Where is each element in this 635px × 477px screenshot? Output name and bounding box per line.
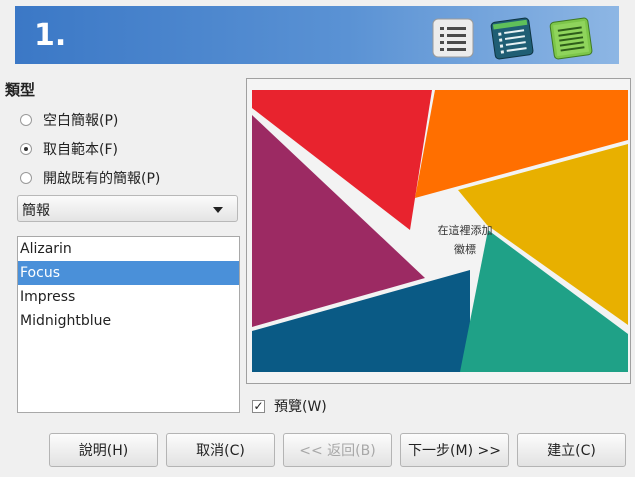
radio-from-template[interactable]: 取自範本(F) [20,139,118,159]
preview-checkbox-label: 預覽(W) [274,399,327,415]
cancel-button[interactable]: 取消(C) [166,433,275,467]
create-button[interactable]: 建立(C) [517,433,626,467]
help-button[interactable]: 說明(H) [49,433,158,467]
template-preview: 在這裡添加 徽標 [246,78,631,384]
preview-checkbox[interactable]: ✓ [252,399,265,413]
radio-button[interactable] [20,114,32,126]
outline-icon [490,16,534,60]
logo-text-line2: 徽標 [454,243,476,256]
chevron-down-icon [213,207,223,213]
step-number: 1. [34,18,67,53]
category-dropdown-value: 簡報 [22,203,50,219]
radio-label: 取自範本(F) [43,142,118,158]
list-item[interactable]: Focus [18,261,239,285]
radio-label: 空白簡報(P) [43,113,119,129]
preview-checkbox-row[interactable]: ✓ 預覽(W) [252,396,327,416]
type-section-label: 類型 [5,81,36,99]
list-item[interactable]: Impress [18,285,239,309]
radio-label: 開啟既有的簡報(P) [43,171,161,187]
list-item[interactable]: Midnightblue [18,309,239,333]
radio-open-existing[interactable]: 開啟既有的簡報(P) [20,168,160,188]
radio-empty-presentation[interactable]: 空白簡報(P) [20,110,118,130]
template-list[interactable]: Alizarin Focus Impress Midnightblue [17,236,240,413]
wizard-header: 1. [15,6,619,64]
logo-text-line1: 在這裡添加 [437,224,493,237]
list-icon [431,16,475,60]
next-button[interactable]: 下一步(M) >> [400,433,509,467]
category-dropdown[interactable]: 簡報 [17,195,238,222]
notes-icon [549,16,593,60]
radio-button[interactable] [20,143,32,155]
back-button[interactable]: << 返回(B) [283,433,392,467]
radio-button[interactable] [20,172,32,184]
list-item[interactable]: Alizarin [18,237,239,261]
logo-placeholder: 在這裡添加 徽標 [409,221,521,259]
